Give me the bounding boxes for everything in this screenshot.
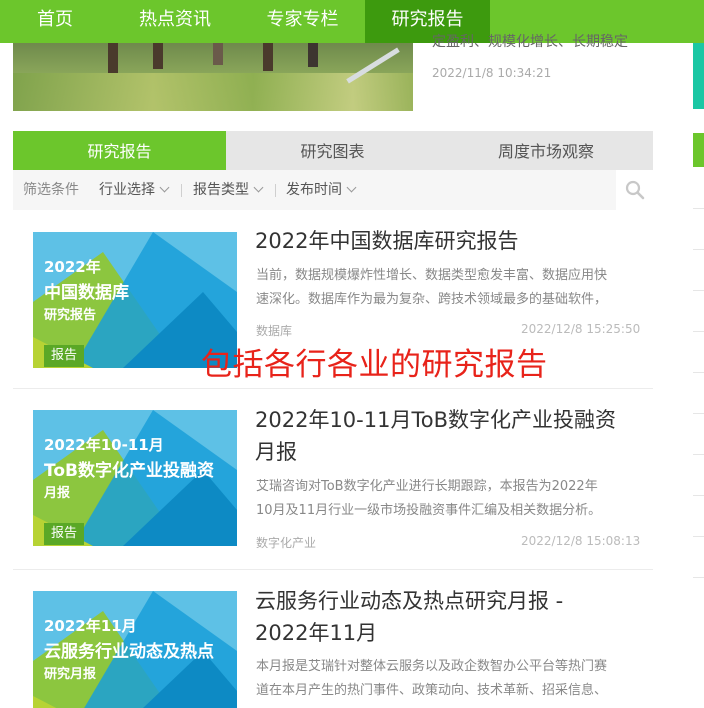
- side-divider: [693, 495, 704, 496]
- chevron-down-icon: [253, 182, 264, 193]
- report-description: 本月报是艾瑞针对整体云服务以及政企数智办公平台等热门赛 道在本月产生的热门事件、…: [256, 655, 643, 703]
- filter-label: 筛选条件: [23, 182, 79, 198]
- side-divider: [693, 536, 704, 537]
- chevron-down-icon: [159, 182, 170, 193]
- nav-item-hot-news[interactable]: 热点资讯: [110, 0, 240, 43]
- description-line: 速深化。数据库作为最为复杂、跨技术领域最多的基础软件，: [256, 292, 608, 307]
- tab-research-report[interactable]: 研究报告: [13, 131, 226, 170]
- thumbnail-line-2: 中国数据库: [44, 283, 129, 303]
- tab-weekly-market[interactable]: 周度市场观察: [439, 131, 653, 170]
- search-icon: [625, 180, 645, 200]
- report-thumbnail[interactable]: 2022年10-11月 ToB数字化产业投融资 月报 报告: [33, 410, 237, 546]
- side-divider: [693, 249, 704, 250]
- description-line: 当前，数据规模爆炸性增长、数据类型愈发丰富、数据应用快: [256, 268, 608, 283]
- hero-photo-figure: [308, 43, 318, 67]
- hero-photo-figure: [213, 43, 223, 65]
- side-divider: [693, 331, 704, 332]
- report-timestamp: 2022/12/8 15:08:13: [521, 534, 641, 548]
- filter-report-type-label: 报告类型: [193, 182, 249, 198]
- list-divider: [13, 569, 653, 570]
- description-line: 10月及11月行业一级市场投融资事件汇编及相关数据分析。: [256, 503, 602, 518]
- filter-separator: [275, 184, 276, 197]
- hero-photo-figure: [108, 43, 118, 73]
- report-timestamp: 2022/12/8 15:25:50: [521, 322, 641, 336]
- filter-report-type-dropdown[interactable]: 报告类型: [193, 170, 264, 210]
- filter-publish-time-label: 发布时间: [286, 182, 342, 198]
- hero-photo[interactable]: [13, 43, 413, 111]
- thumbnail-line-1: 2022年10-11月: [44, 436, 164, 454]
- report-title-line: 2022年11月: [255, 621, 378, 645]
- filter-separator: [181, 184, 182, 197]
- thumbnail-tag: 报告: [44, 345, 84, 367]
- side-divider: [693, 290, 704, 291]
- side-section-header: [693, 133, 704, 167]
- report-title-line: 月报: [255, 440, 297, 464]
- thumbnail-line-3: 月报: [44, 486, 71, 501]
- side-divider: [693, 372, 704, 373]
- description-line: 艾瑞咨询对ToB数字化产业进行长期跟踪，本报告为2022年: [256, 479, 598, 494]
- report-title[interactable]: 云服务行业动态及热点研究月报 - 2022年11月: [255, 585, 645, 649]
- tab-research-chart[interactable]: 研究图表: [226, 131, 439, 170]
- side-divider: [693, 454, 704, 455]
- list-divider: [13, 388, 653, 389]
- thumbnail-line-3: 研究报告: [44, 308, 97, 323]
- nav-item-expert-column[interactable]: 专家专栏: [240, 0, 365, 43]
- nav-item-home[interactable]: 首页: [0, 0, 110, 43]
- thumbnail-tag: 报告: [44, 523, 84, 545]
- thumbnail-line-2: ToB数字化产业投融资: [44, 461, 214, 481]
- report-title[interactable]: 2022年10-11月ToB数字化产业投融资 月报: [255, 404, 645, 468]
- report-title[interactable]: 2022年中国数据库研究报告: [255, 225, 645, 257]
- hero-timestamp: 2022/11/8 10:34:21: [432, 66, 552, 80]
- report-title-line: 云服务行业动态及热点研究月报 -: [255, 589, 564, 613]
- hero-photo-figure: [153, 43, 163, 69]
- side-divider: [693, 577, 704, 578]
- overlay-caption: 包括各行各业的研究报告: [201, 347, 548, 383]
- filter-bar: 筛选条件 行业选择 报告类型 发布时间: [13, 170, 653, 210]
- report-description: 当前，数据规模爆炸性增长、数据类型愈发丰富、数据应用快 速深化。数据库作为最为复…: [256, 264, 643, 312]
- filter-industry-label: 行业选择: [99, 182, 155, 198]
- description-line: 道在本月产生的热门事件、政策动向、技术革新、招采信息、: [256, 683, 608, 698]
- report-title-line: 2022年10-11月ToB数字化产业投融资: [255, 408, 616, 432]
- report-tabs: 研究报告 研究图表 周度市场观察: [13, 131, 653, 170]
- side-divider: [693, 413, 704, 414]
- filter-publish-time-dropdown[interactable]: 发布时间: [286, 170, 357, 210]
- hero-photo-figure: [263, 43, 273, 71]
- thumbnail-line-1: 2022年11月: [44, 617, 137, 635]
- side-accent-bar: [693, 43, 704, 109]
- report-description: 艾瑞咨询对ToB数字化产业进行长期跟踪，本报告为2022年 10月及11月行业一…: [256, 475, 643, 523]
- chevron-down-icon: [346, 182, 357, 193]
- side-divider: [693, 208, 704, 209]
- report-thumbnail[interactable]: 2022年11月 云服务行业动态及热点 研究月报: [33, 591, 237, 708]
- report-category-tag[interactable]: 数字化产业: [256, 534, 316, 551]
- search-button[interactable]: [616, 170, 653, 210]
- thumbnail-line-1: 2022年: [44, 258, 101, 276]
- thumbnail-line-3: 研究月报: [44, 667, 97, 682]
- report-title-line: 2022年中国数据库研究报告: [255, 229, 519, 253]
- description-line: 本月报是艾瑞针对整体云服务以及政企数智办公平台等热门赛: [256, 659, 608, 674]
- hero-snippet[interactable]: 定盈利、规模化增长、长期稳定: [432, 31, 657, 51]
- report-category-tag[interactable]: 数据库: [256, 322, 292, 339]
- thumbnail-line-2: 云服务行业动态及热点: [44, 642, 214, 662]
- filter-industry-dropdown[interactable]: 行业选择: [99, 170, 170, 210]
